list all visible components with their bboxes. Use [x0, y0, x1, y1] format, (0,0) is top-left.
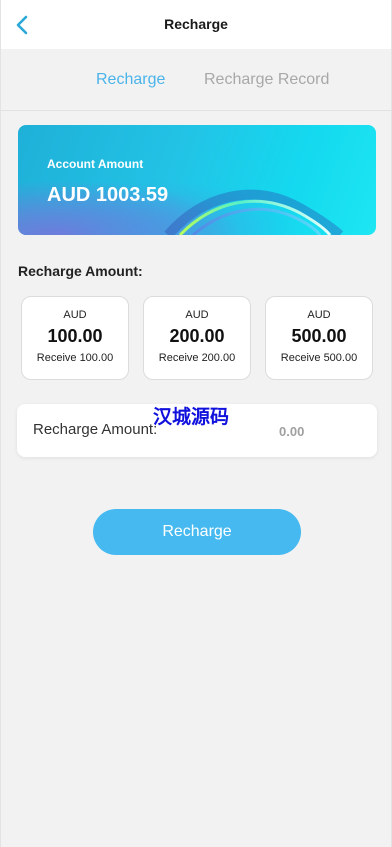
recharge-page: Recharge Recharge Recharge Record Accoun… [0, 0, 392, 847]
card-background-art [18, 125, 376, 235]
tab-bar: Recharge Recharge Record [1, 49, 391, 111]
top-bar: Recharge [1, 0, 391, 49]
amount-option-value: 500.00 [291, 326, 347, 346]
amount-option-100[interactable]: AUD 100.00 Receive 100.00 [21, 296, 129, 380]
amount-option-200[interactable]: AUD 200.00 Receive 200.00 [143, 296, 251, 380]
recharge-amount-heading: Recharge Amount: [18, 263, 143, 279]
amount-option-currency: AUD [63, 309, 87, 321]
amount-option-value: 100.00 [47, 326, 103, 346]
tab-recharge[interactable]: Recharge [96, 71, 165, 89]
custom-amount-label: Recharge Amount: [33, 421, 158, 438]
recharge-submit-button[interactable]: Recharge [93, 509, 301, 555]
amount-option-currency: AUD [307, 309, 331, 321]
amount-option-value: 200.00 [169, 326, 225, 346]
tab-recharge-record[interactable]: Recharge Record [204, 71, 329, 89]
amount-option-receive: Receive 200.00 [158, 352, 236, 364]
amount-option-receive: Receive 500.00 [280, 352, 358, 364]
amount-option-500[interactable]: AUD 500.00 Receive 500.00 [265, 296, 373, 380]
custom-amount-input[interactable] [227, 419, 357, 443]
account-card: Account Amount AUD 1003.59 [18, 125, 376, 235]
account-amount-value: AUD 1003.59 [47, 184, 169, 206]
amount-option-receive: Receive 100.00 [36, 352, 114, 364]
watermark-text: 汉城源码 [153, 406, 230, 428]
account-amount-label: Account Amount [47, 157, 144, 171]
amount-option-currency: AUD [185, 309, 209, 321]
page-title: Recharge [164, 16, 228, 32]
